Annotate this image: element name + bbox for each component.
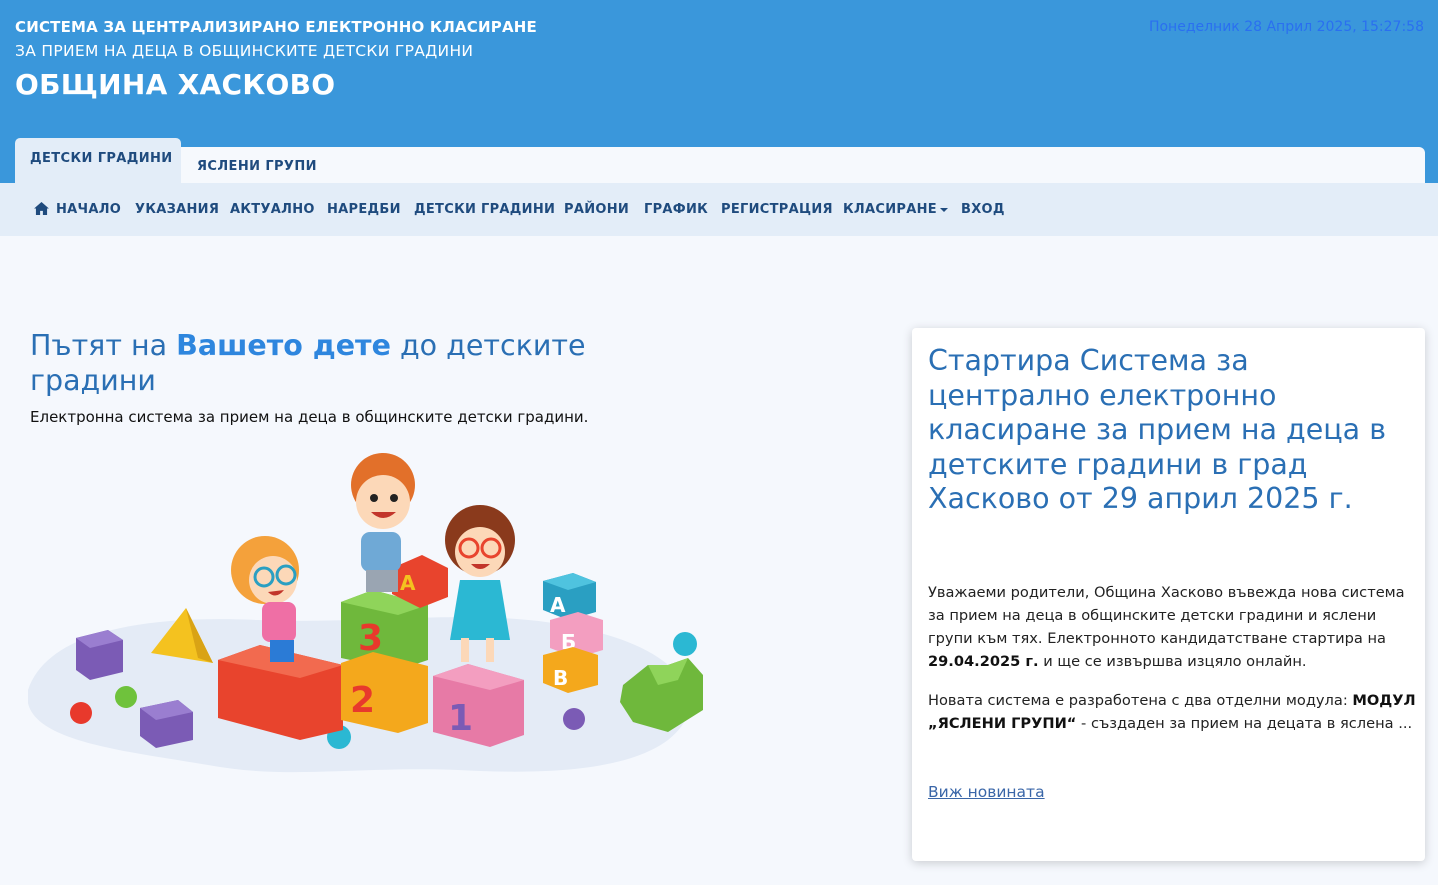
home-icon[interactable] — [34, 202, 49, 215]
header-purpose-line: ЗА ПРИЕМ НА ДЕЦА В ОБЩИНСКИТЕ ДЕТСКИ ГРА… — [15, 42, 474, 60]
nav-ranking-dropdown[interactable]: КЛАСИРАНЕ — [843, 202, 948, 217]
main-navigation: НАЧАЛО УКАЗАНИЯ АКТУАЛНО НАРЕДБИ ДЕТСКИ … — [0, 183, 1438, 236]
hero-subtitle: Електронна система за прием на деца в об… — [30, 408, 589, 426]
nav-ranking-label: КЛАСИРАНЕ — [843, 202, 937, 217]
nav-current[interactable]: АКТУАЛНО — [230, 202, 315, 217]
tab-kindergartens[interactable]: ДЕТСКИ ГРАДИНИ — [15, 138, 181, 183]
news-p1-date: 29.04.2025 г. — [928, 653, 1039, 670]
hero-title-pre: Пътят на — [30, 329, 177, 362]
nav-home[interactable]: НАЧАЛО — [56, 202, 121, 217]
news-p1-end: и ще се извършва изцяло онлайн. — [1038, 653, 1307, 670]
news-p1-text: Уважаеми родители, Община Хасково въвежд… — [928, 584, 1405, 647]
current-datetime: Понеделник 28 Април 2025, 15:27:58 — [1148, 19, 1424, 35]
nav-login[interactable]: ВХОД — [961, 202, 1005, 217]
block-1-letter: 1 — [448, 698, 473, 739]
tab-nursery-groups[interactable]: ЯСЛЕНИ ГРУПИ — [197, 159, 317, 174]
children-playing-blocks-illustration: 3 2 1 А А Б В — [28, 453, 703, 773]
caret-down-icon — [939, 207, 948, 212]
nav-kindergartens[interactable]: ДЕТСКИ ГРАДИНИ — [414, 202, 555, 217]
hero-title: Пътят на Вашето дете до детските градини — [30, 328, 590, 398]
read-news-link[interactable]: Виж новината — [928, 783, 1045, 801]
news-p2-text: Новата система е разработена с два отдел… — [928, 692, 1353, 709]
block-a-letter: А — [400, 571, 416, 595]
news-paragraph-1: Уважаеми родители, Община Хасково въвежд… — [928, 581, 1418, 673]
block-2-letter: 2 — [350, 680, 375, 721]
block-a2-letter: А — [550, 593, 566, 617]
news-title: Стартира Система за централно електронно… — [928, 344, 1387, 515]
news-paragraph-2: Новата система е разработена с два отдел… — [928, 689, 1418, 735]
hero-title-highlight: Вашето дете — [176, 329, 391, 362]
nav-instructions[interactable]: УКАЗАНИЯ — [135, 202, 219, 217]
nav-registration[interactable]: РЕГИСТРАЦИЯ — [721, 202, 833, 217]
nav-schedule[interactable]: ГРАФИК — [644, 202, 708, 217]
news-card: Стартира Система за централно електронно… — [912, 328, 1425, 861]
municipality-title: ОБЩИНА ХАСКОВО — [15, 68, 336, 101]
news-p2-end: - създаден за прием на децата в яслена .… — [1076, 715, 1413, 732]
nav-districts[interactable]: РАЙОНИ — [564, 202, 629, 217]
block-v-letter: В — [553, 666, 568, 690]
nav-regulations[interactable]: НАРЕДБИ — [327, 202, 401, 217]
header-system-line: СИСТЕМА ЗА ЦЕНТРАЛИЗИРАНО ЕЛЕКТРОННО КЛА… — [15, 18, 537, 36]
